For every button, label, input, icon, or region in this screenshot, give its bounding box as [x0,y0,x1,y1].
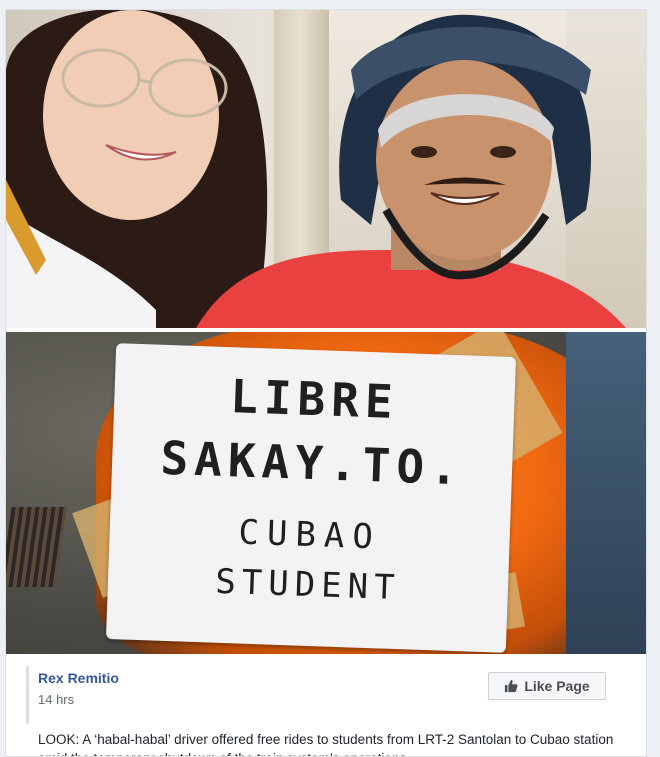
drain-grate [6,507,67,587]
like-page-label: Like Page [524,678,590,694]
selfie-illustration [6,10,626,328]
sign-line-4: STUDENT [214,561,402,609]
post-body-text: LOOK: A ‘habal-habal’ driver offered fre… [38,732,614,756]
rider-jeans [566,332,646,654]
handwritten-sign: LIBRE SAKAY.TO. CUBAO STUDENT [105,343,517,653]
page-name-link[interactable]: Rex Remitio [38,670,119,686]
thumbs-up-icon [505,679,518,693]
post-photo-selfie[interactable] [6,10,646,328]
sign-line-2: SAKAY.TO. [159,430,465,496]
sign-line-3: CUBAO [237,512,382,558]
post-photo-sign[interactable]: LIBRE SAKAY.TO. CUBAO STUDENT [6,332,646,654]
post-timestamp[interactable]: 14 hrs [38,692,74,707]
post-caption: Rex Remitio 14 hrs Like Page LOOK: A ‘ha… [6,654,646,756]
sign-line-1: LIBRE [229,369,400,429]
like-page-button[interactable]: Like Page [488,672,606,700]
caption-accent-bar [26,666,29,724]
facebook-post: LIBRE SAKAY.TO. CUBAO STUDENT Rex Remiti… [5,9,647,757]
